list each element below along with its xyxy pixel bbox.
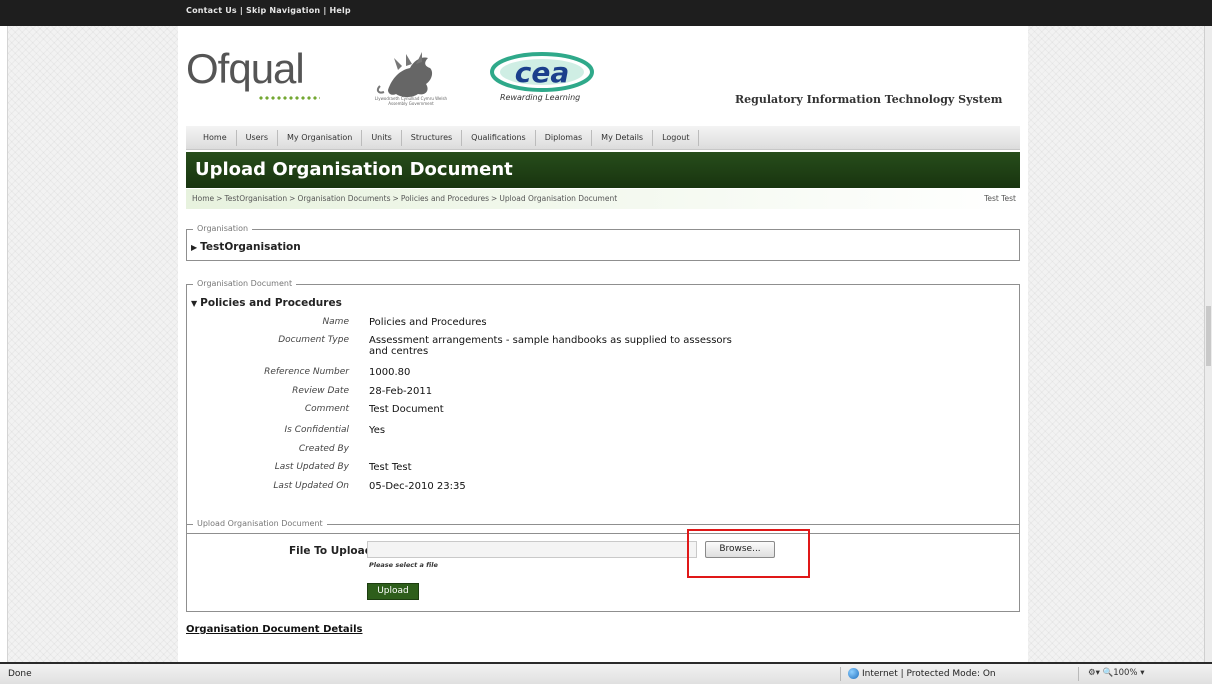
field-row-is-confidential: Is Confidential Yes <box>187 425 1017 443</box>
organisation-document-details-link[interactable]: Organisation Document Details <box>186 624 362 635</box>
main-nav: Home Users My Organisation Units Structu… <box>186 126 1020 150</box>
top-bar: Contact Us | Skip Navigation | Help <box>0 0 1212 26</box>
vertical-scrollbar[interactable] <box>1204 26 1212 662</box>
zoom-icon: 🔍 <box>1102 668 1114 678</box>
left-edge <box>0 26 8 662</box>
breadcrumb-separator: > <box>491 194 498 203</box>
field-row-document-type: Document Type Assessment arrangements - … <box>187 335 1017 363</box>
welsh-logo-caption: Llywodraeth Cynulliad Cymru Welsh Assemb… <box>374 96 448 106</box>
cea-logo-caption: Rewarding Learning <box>500 93 581 102</box>
nav-my-organisation[interactable]: My Organisation <box>278 129 363 146</box>
nav-diplomas[interactable]: Diplomas <box>536 129 593 146</box>
top-links: Contact Us | Skip Navigation | Help <box>186 6 351 15</box>
nav-my-details[interactable]: My Details <box>592 129 654 146</box>
field-value: Assessment arrangements - sample handboo… <box>369 335 732 357</box>
breadcrumb-current: Upload Organisation Document <box>499 194 618 203</box>
field-value: 05-Dec-2010 23:35 <box>369 481 466 492</box>
organisation-legend: Organisation <box>193 224 253 233</box>
breadcrumb-policies[interactable]: Policies and Procedures <box>401 194 489 203</box>
organisation-name: TestOrganisation <box>200 241 301 253</box>
left-background-panel <box>8 26 178 662</box>
field-value: Test Document <box>369 404 444 415</box>
svg-text:cea: cea <box>515 56 569 89</box>
document-toggle[interactable]: ▼ Policies and Procedures <box>191 297 342 309</box>
field-row-last-updated-by: Last Updated By Test Test <box>187 462 1017 480</box>
field-label: Reference Number <box>264 367 349 377</box>
cea-logo: cea <box>490 52 594 92</box>
field-row-reference-number: Reference Number 1000.80 <box>187 367 1017 385</box>
field-value: 28-Feb-2011 <box>369 386 433 397</box>
security-zone-text: Internet | Protected Mode: On <box>862 668 996 679</box>
field-label: Review Date <box>292 386 349 396</box>
field-label: Last Updated By <box>274 462 349 472</box>
file-hint: Please select a file <box>369 561 438 569</box>
globe-icon <box>848 668 859 679</box>
file-to-upload-label: File To Upload <box>289 545 373 557</box>
page-title: Upload Organisation Document <box>186 152 1020 188</box>
scroll-thumb[interactable] <box>1206 306 1211 366</box>
breadcrumb-separator: > <box>216 194 223 203</box>
status-divider <box>1078 667 1079 681</box>
status-divider <box>840 667 841 681</box>
upload-fieldset: Upload Organisation Document File To Upl… <box>186 519 1020 612</box>
upload-button[interactable]: Upload <box>367 583 419 600</box>
organisation-toggle[interactable]: ▶ TestOrganisation <box>191 241 301 253</box>
field-value: Policies and Procedures <box>369 317 487 328</box>
field-row-comment: Comment Test Document <box>187 404 1017 422</box>
field-label: Is Confidential <box>284 425 349 435</box>
ofqual-logo-dots <box>258 95 320 101</box>
field-value: Test Test <box>369 462 412 473</box>
field-row-created-by: Created By <box>187 444 1017 462</box>
zoom-control[interactable]: ⚙▾ 🔍100% ▾ <box>1088 668 1144 678</box>
breadcrumb-home[interactable]: Home <box>192 194 214 203</box>
file-path-input[interactable] <box>367 541 697 558</box>
field-row-review-date: Review Date 28-Feb-2011 <box>187 386 1017 404</box>
breadcrumb-separator: > <box>289 194 296 203</box>
status-bar: Done Internet | Protected Mode: On ⚙▾ 🔍1… <box>0 662 1212 684</box>
status-text: Done <box>8 669 32 679</box>
field-label: Created By <box>298 444 349 454</box>
nav-users[interactable]: Users <box>237 129 279 146</box>
expand-triangle-icon: ▶ <box>191 243 198 252</box>
collapse-triangle-icon: ▼ <box>191 299 198 308</box>
help-link[interactable]: Help <box>329 6 350 15</box>
field-label: Name <box>322 317 349 327</box>
breadcrumb-separator: > <box>392 194 399 203</box>
breadcrumb: Home > TestOrganisation > Organisation Docum… <box>186 189 1020 209</box>
skip-navigation-link[interactable]: Skip Navigation <box>246 6 320 15</box>
nav-qualifications[interactable]: Qualifications <box>462 129 536 146</box>
breadcrumb-organisation-documents[interactable]: Organisation Documents <box>297 194 390 203</box>
chevron-down-icon: ▾ <box>1140 668 1145 678</box>
field-label: Comment <box>304 404 349 414</box>
upload-legend: Upload Organisation Document <box>193 519 327 528</box>
page-container: Ofqual Llywodraeth Cynulliad Cymru Welsh… <box>178 26 1028 662</box>
contact-us-link[interactable]: Contact Us <box>186 6 237 15</box>
nav-structures[interactable]: Structures <box>402 129 463 146</box>
document-heading: Policies and Procedures <box>200 297 342 309</box>
organisation-document-fieldset: Organisation Document ▼ Policies and Proc… <box>186 279 1020 534</box>
field-label: Document Type <box>278 335 349 345</box>
annotation-highlight-box <box>687 529 810 578</box>
nav-home[interactable]: Home <box>194 129 237 146</box>
separator: | <box>239 6 244 15</box>
organisation-fieldset: Organisation ▶ TestOrganisation <box>186 224 1020 261</box>
ofqual-logo: Ofqual <box>186 45 305 92</box>
field-row-last-updated-on: Last Updated On 05-Dec-2010 23:35 <box>187 481 1017 499</box>
field-label: Last Updated On <box>273 481 349 491</box>
current-user: Test Test <box>984 194 1016 203</box>
breadcrumb-organisation[interactable]: TestOrganisation <box>224 194 287 203</box>
field-value: 1000.80 <box>369 367 411 378</box>
nav-units[interactable]: Units <box>362 129 402 146</box>
field-row-name: Name Policies and Procedures <box>187 317 1017 335</box>
security-zone[interactable]: Internet | Protected Mode: On <box>848 668 996 679</box>
right-background-panel <box>1028 26 1204 662</box>
nav-logout[interactable]: Logout <box>653 129 700 146</box>
document-legend: Organisation Document <box>193 279 297 288</box>
addon-icon: ⚙▾ <box>1088 668 1100 678</box>
system-title: Regulatory Information Technology System <box>735 93 1003 106</box>
zoom-level: 100% <box>1113 668 1138 678</box>
field-value: Yes <box>369 425 386 436</box>
